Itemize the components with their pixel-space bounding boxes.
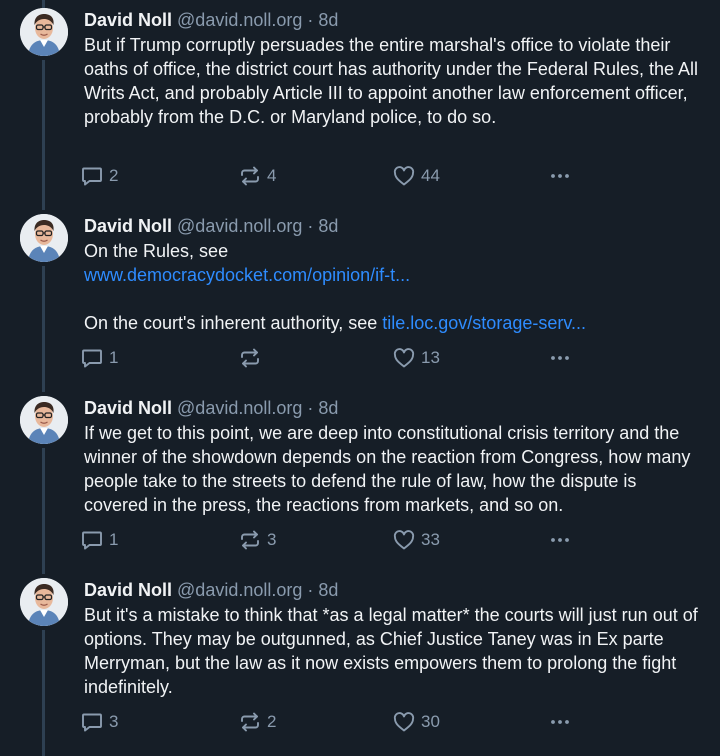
thread-line <box>42 60 45 210</box>
more-options-button[interactable] <box>548 346 572 370</box>
thread-line <box>42 266 45 392</box>
like-button[interactable]: 30 <box>392 710 440 734</box>
reply-count: 1 <box>109 348 119 367</box>
repost-icon <box>238 164 262 188</box>
reply-icon <box>80 710 104 734</box>
more-options-icon <box>548 346 572 370</box>
like-count: 33 <box>421 530 440 549</box>
repost-icon <box>238 710 262 734</box>
like-button[interactable]: 13 <box>392 346 440 370</box>
avatar[interactable] <box>20 214 68 262</box>
more-options-button[interactable] <box>548 528 572 552</box>
post-time[interactable]: 8d <box>318 580 338 600</box>
like-count: 30 <box>421 712 440 731</box>
author-handle[interactable]: @david.noll.org <box>177 398 302 418</box>
reply-icon <box>80 528 104 552</box>
post-text-paragraph: But it's a mistake to think that *as a l… <box>84 605 698 697</box>
separator: · <box>302 398 319 418</box>
post-text-line: On the Rules, see <box>84 241 229 261</box>
more-options-button[interactable] <box>548 164 572 188</box>
like-button[interactable]: 44 <box>392 164 440 188</box>
post-text-paragraph: If we get to this point, we are deep int… <box>84 423 691 515</box>
repost-icon <box>238 528 262 552</box>
repost-icon <box>238 346 262 370</box>
post-text-paragraph: But if Trump corruptly persuades the ent… <box>84 35 699 127</box>
repost-button[interactable] <box>238 346 267 370</box>
author-handle[interactable]: @david.noll.org <box>177 10 302 30</box>
post-link[interactable]: www.democracydocket.com/opinion/if-t... <box>84 265 410 285</box>
author-name[interactable]: David Noll <box>84 10 172 30</box>
post-time[interactable]: 8d <box>318 398 338 418</box>
more-options-icon <box>548 528 572 552</box>
thread-line <box>42 0 45 8</box>
author-name[interactable]: David Noll <box>84 580 172 600</box>
post-actions: 1 13 <box>80 346 600 370</box>
author-handle[interactable]: @david.noll.org <box>177 580 302 600</box>
heart-icon <box>392 528 416 552</box>
heart-icon <box>392 346 416 370</box>
repost-button[interactable]: 4 <box>238 164 276 188</box>
more-options-button[interactable] <box>548 710 572 734</box>
repost-count: 3 <box>267 530 277 549</box>
post-link[interactable]: tile.loc.gov/storage-serv... <box>382 313 586 333</box>
post-actions: 1 3 33 <box>80 528 600 552</box>
post-text: But it's a mistake to think that *as a l… <box>84 603 704 699</box>
repost-button[interactable]: 2 <box>238 710 276 734</box>
avatar[interactable] <box>20 396 68 444</box>
reply-icon <box>80 164 104 188</box>
repost-button[interactable]: 3 <box>238 528 276 552</box>
author-name[interactable]: David Noll <box>84 398 172 418</box>
reply-button[interactable]: 1 <box>80 528 118 552</box>
reply-count: 2 <box>109 166 119 185</box>
reply-icon <box>80 346 104 370</box>
repost-count: 4 <box>267 166 277 185</box>
post-actions: 3 2 30 <box>80 710 600 734</box>
reply-button[interactable]: 3 <box>80 710 118 734</box>
avatar[interactable] <box>20 578 68 626</box>
separator: · <box>302 216 319 236</box>
separator: · <box>302 580 319 600</box>
more-options-icon <box>548 710 572 734</box>
post-header: David Noll @david.noll.org · 8d <box>84 8 338 32</box>
post-text-line: On the court's inherent authority, see <box>84 313 383 333</box>
thread-line <box>42 630 45 756</box>
author-handle[interactable]: @david.noll.org <box>177 216 302 236</box>
post-time[interactable]: 8d <box>318 216 338 236</box>
post-header: David Noll @david.noll.org · 8d <box>84 578 338 602</box>
author-name[interactable]: David Noll <box>84 216 172 236</box>
heart-icon <box>392 164 416 188</box>
reply-button[interactable]: 1 <box>80 346 118 370</box>
post-text: On the Rules, see www.democracydocket.co… <box>84 239 704 335</box>
post-actions: 2 4 44 <box>80 164 600 188</box>
post-header: David Noll @david.noll.org · 8d <box>84 214 338 238</box>
avatar[interactable] <box>20 8 68 56</box>
like-count: 44 <box>421 166 440 185</box>
post-text: But if Trump corruptly persuades the ent… <box>84 33 704 129</box>
more-options-icon <box>548 164 572 188</box>
post-header: David Noll @david.noll.org · 8d <box>84 396 338 420</box>
like-count: 13 <box>421 348 440 367</box>
post-text: If we get to this point, we are deep int… <box>84 421 704 517</box>
post-time[interactable]: 8d <box>318 10 338 30</box>
reply-count: 1 <box>109 530 119 549</box>
reply-count: 3 <box>109 712 119 731</box>
like-button[interactable]: 33 <box>392 528 440 552</box>
separator: · <box>302 10 319 30</box>
repost-count: 2 <box>267 712 277 731</box>
reply-button[interactable]: 2 <box>80 164 118 188</box>
thread-line <box>42 448 45 574</box>
heart-icon <box>392 710 416 734</box>
